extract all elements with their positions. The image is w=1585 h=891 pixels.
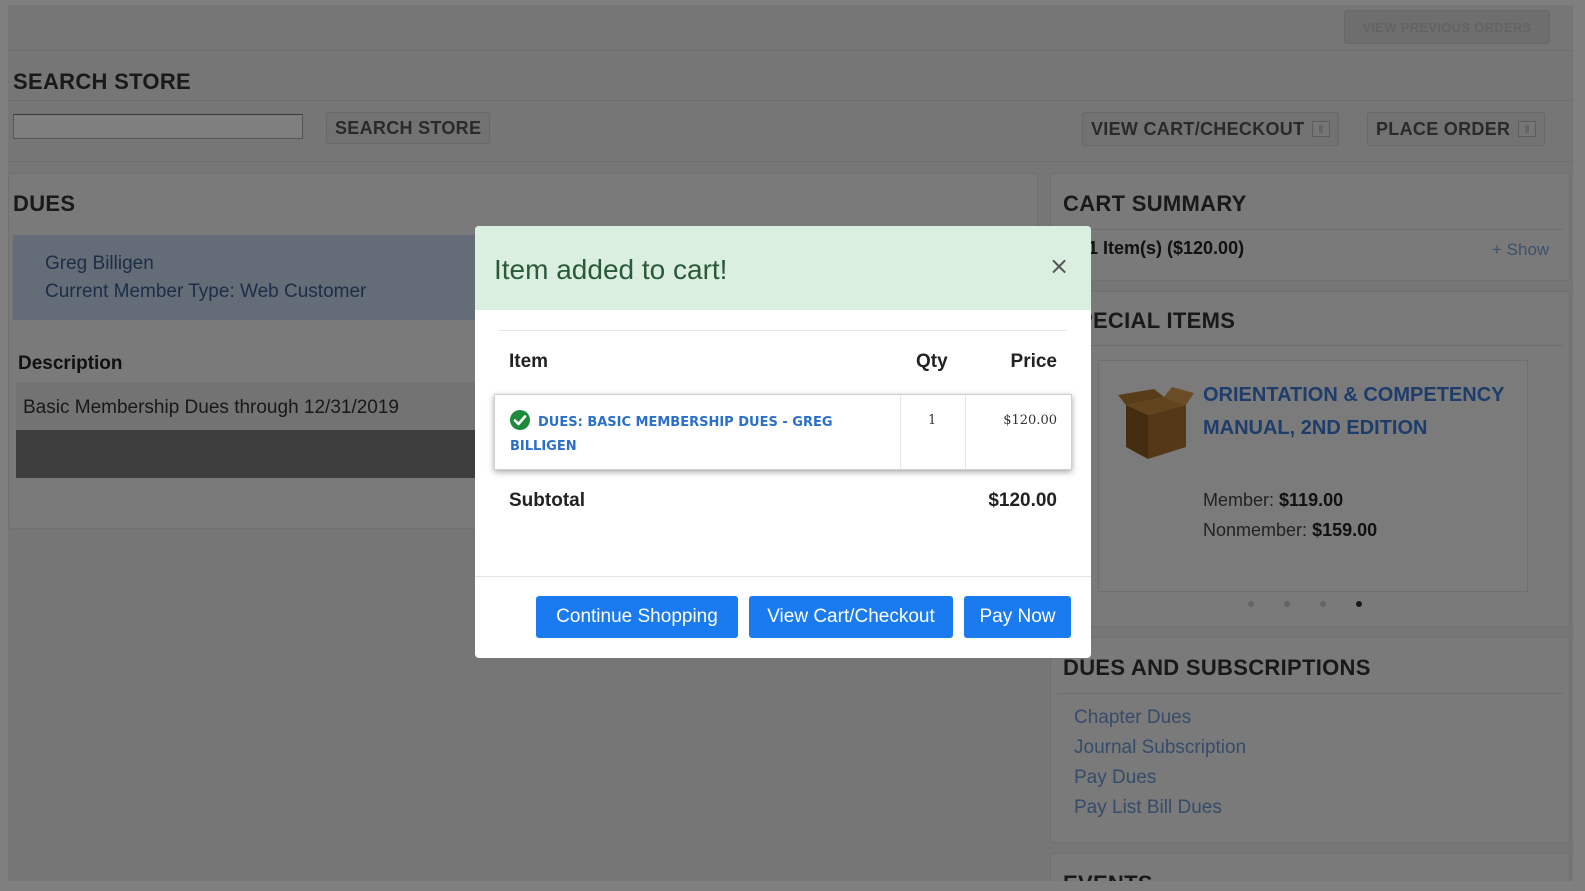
cart-item-price: $120.00 (1003, 413, 1057, 428)
divider (499, 330, 1067, 331)
cart-item-row: DUES: BASIC MEMBERSHIP DUES - GREG BILLI… (494, 394, 1072, 470)
pay-now-button[interactable]: Pay Now (964, 596, 1071, 638)
modal-title: Item added to cart! (494, 254, 728, 285)
subtotal-label: Subtotal (509, 490, 585, 511)
divider (900, 395, 901, 469)
continue-shopping-button[interactable]: Continue Shopping (536, 596, 738, 638)
divider (965, 395, 966, 469)
close-icon[interactable]: × (1049, 254, 1069, 278)
cart-item-qty: 1 (928, 413, 937, 428)
view-cart-checkout-modal-button[interactable]: View Cart/Checkout (749, 596, 953, 638)
subtotal-value: $120.00 (988, 490, 1057, 511)
modal-header: Item added to cart! × (475, 226, 1091, 310)
modal-footer-divider (475, 576, 1091, 577)
column-header-qty: Qty (916, 351, 948, 372)
item-added-modal: Item added to cart! × Item Qty Price DUE… (475, 226, 1091, 658)
column-header-item: Item (509, 351, 549, 372)
cart-item-name[interactable]: DUES: BASIC MEMBERSHIP DUES - GREG BILLI… (510, 411, 870, 459)
column-header-price: Price (1010, 351, 1057, 372)
